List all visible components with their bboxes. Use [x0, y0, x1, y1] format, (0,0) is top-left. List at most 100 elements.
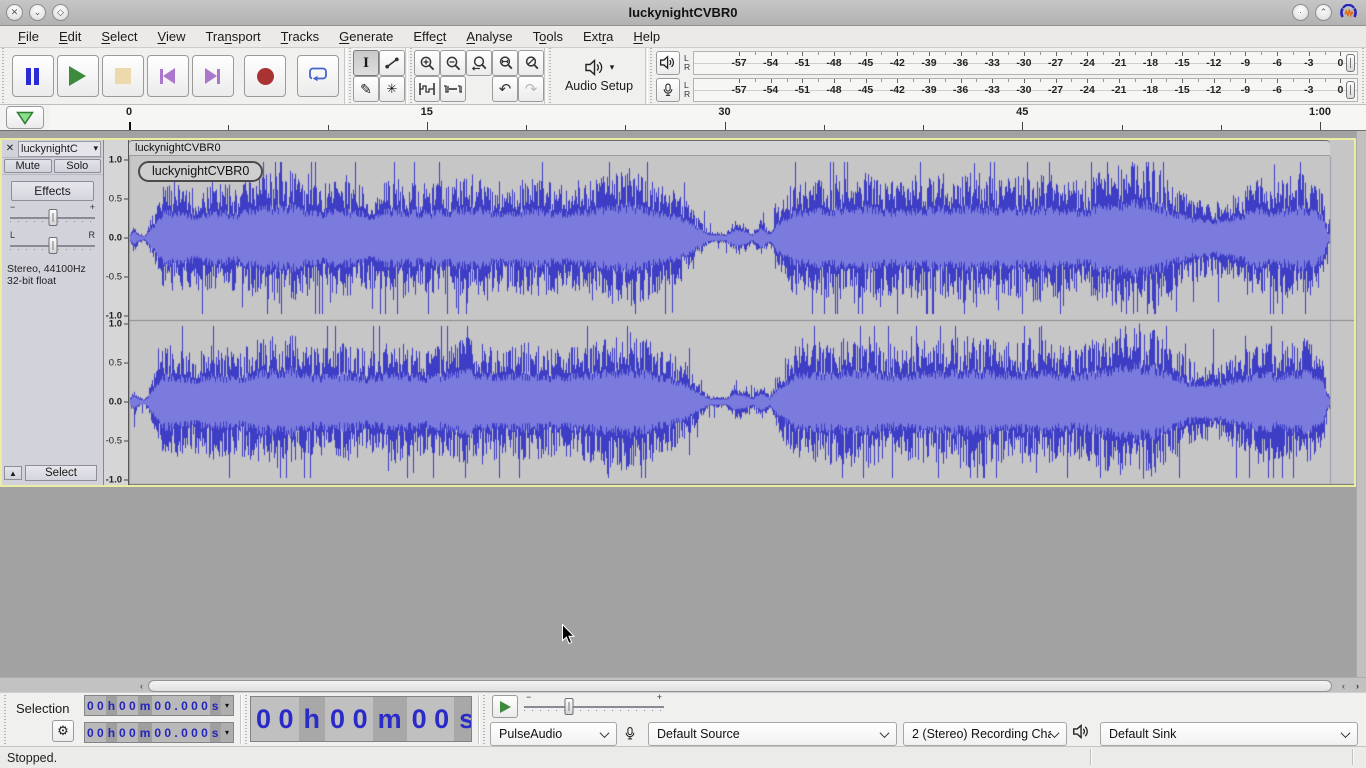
time-toolbar-gripper[interactable] — [243, 695, 249, 744]
play-at-speed-gripper[interactable] — [481, 695, 487, 744]
meter-scale-label: -15 — [1175, 84, 1190, 96]
menu-generate[interactable]: Generate — [329, 27, 403, 46]
selection-options-button[interactable]: ⚙ — [52, 720, 74, 742]
redo-button[interactable]: ↷ — [518, 76, 544, 102]
menu-select[interactable]: Select — [91, 27, 147, 46]
scroll-right-icon[interactable]: › — [1351, 679, 1364, 692]
time-field-dropdown-icon[interactable]: ▾ — [221, 723, 233, 742]
timeline-options-button[interactable] — [6, 106, 44, 129]
vertical-scrollbar[interactable] — [1356, 131, 1366, 677]
scroll-left2-icon[interactable]: ‹ — [1337, 679, 1350, 692]
undo-button[interactable]: ↶ — [492, 76, 518, 102]
skip-to-start-button[interactable] — [147, 55, 189, 97]
envelope-tool-button[interactable] — [379, 50, 405, 76]
audio-setup-button[interactable]: ▾ Audio Setup — [553, 48, 645, 104]
menu-tracks[interactable]: Tracks — [271, 27, 330, 46]
selection-end-field[interactable]: 0 0h0 0m0 0 . 0 0 0s▾ — [84, 722, 234, 743]
audio-host-select[interactable]: PulseAudio — [490, 722, 617, 746]
silence-audio-button[interactable] — [440, 76, 466, 102]
skip-to-end-button[interactable] — [192, 55, 234, 97]
vertical-scale-ruler[interactable]: 1.00.50.0-0.5-1.01.00.50.0-0.5-1.0 — [104, 140, 129, 485]
window-shade-button[interactable]: · — [1292, 4, 1309, 21]
menu-transport[interactable]: Transport — [195, 27, 270, 46]
fit-selection-button[interactable] — [466, 50, 492, 76]
window-maximize-button[interactable]: ◇ — [52, 4, 69, 21]
track-name-dropdown[interactable]: luckynightC ▾ — [18, 141, 101, 157]
zoom-toggle-button[interactable] — [518, 50, 544, 76]
waveform-canvas[interactable] — [129, 156, 1354, 485]
recording-meter[interactable]: LR -57-54-51-48-45-42-39-36-33-30-27-24-… — [654, 76, 1360, 103]
audio-position-display[interactable]: 0 0h0 0m0 0s▾ — [250, 696, 472, 742]
undo-icon: ↶ — [499, 82, 512, 97]
effects-button[interactable]: Effects — [11, 181, 94, 201]
horizontal-scrollbar[interactable]: ‹ ‹ › — [0, 677, 1366, 692]
horizontal-scrollbar-thumb[interactable] — [148, 680, 1332, 692]
play-speed-slider[interactable]: −+ — [524, 693, 664, 719]
play-speed-slider-thumb[interactable] — [564, 698, 573, 715]
ruler-label-1:00: 1:00 — [1309, 106, 1331, 118]
meter-right-gripper[interactable] — [1360, 48, 1366, 104]
pan-slider[interactable]: LR — [10, 231, 95, 257]
multi-tool-button[interactable]: ✳ — [379, 76, 405, 102]
meter-scale-label: 0 — [1338, 57, 1344, 69]
zoom-out-button[interactable] — [440, 50, 466, 76]
vruler-label: -0.5 — [106, 436, 122, 447]
recording-channels-select[interactable]: 2 (Stereo) Recording Cha — [903, 722, 1067, 746]
record-button[interactable] — [244, 55, 286, 97]
timeline-ruler[interactable]: 01530451:00 — [50, 105, 1366, 130]
mute-button[interactable]: Mute — [4, 159, 52, 173]
menu-tools[interactable]: Tools — [523, 27, 573, 46]
menu-view[interactable]: View — [148, 27, 196, 46]
window-close-button[interactable]: ✕ — [6, 4, 23, 21]
selection-tool-button[interactable]: I — [353, 50, 379, 76]
menu-help[interactable]: Help — [623, 27, 670, 46]
time-field-dropdown-icon[interactable]: ▾ — [221, 696, 233, 715]
vruler-label: 0.5 — [109, 194, 122, 205]
meter-scale-label: -18 — [1143, 84, 1158, 96]
play-at-speed-button[interactable] — [492, 695, 518, 718]
meter-scale-label: -54 — [763, 84, 778, 96]
recording-volume-slider[interactable] — [1346, 81, 1355, 99]
menu-edit[interactable]: Edit — [49, 27, 91, 46]
vruler-label: -0.5 — [106, 272, 122, 283]
window-restore-button[interactable]: ⌃ — [1315, 4, 1332, 21]
draw-tool-icon: ✎ — [360, 81, 372, 98]
draw-tool-button[interactable]: ✎ — [353, 76, 379, 102]
window-minimize-button[interactable]: ⌄ — [29, 4, 46, 21]
zoom-in-icon — [419, 55, 436, 72]
meter-scale-label: -9 — [1241, 84, 1250, 96]
pan-slider-thumb[interactable] — [48, 237, 57, 254]
scroll-left-icon[interactable]: ‹ — [135, 679, 148, 692]
zoom-in-button[interactable] — [414, 50, 440, 76]
track-close-button[interactable]: ✕ — [2, 141, 18, 157]
recording-device-icon — [623, 724, 637, 743]
track-select-button[interactable]: Select — [25, 465, 97, 481]
recording-meter-button[interactable] — [656, 78, 680, 102]
playback-meter[interactable]: LR -57-54-51-48-45-42-39-36-33-30-27-24-… — [654, 49, 1360, 76]
selection-toolbar-gripper[interactable] — [2, 695, 8, 744]
clip-header[interactable]: luckynightCVBR0 — [129, 140, 1330, 156]
solo-button[interactable]: Solo — [54, 159, 102, 173]
stop-button[interactable] — [102, 55, 144, 97]
menu-analyse[interactable]: Analyse — [456, 27, 522, 46]
loop-button[interactable] — [297, 55, 339, 97]
waveform-view[interactable]: luckynightCVBR0 luckynightCVBR0 — [129, 140, 1354, 485]
time-segment: 0 0 . 0 0 0 — [152, 723, 209, 742]
play-button[interactable] — [57, 55, 99, 97]
playback-device-select[interactable]: Default Sink — [1100, 722, 1358, 746]
menu-effect[interactable]: Effect — [403, 27, 456, 46]
selection-start-field[interactable]: 0 0h0 0m0 0 . 0 0 0s▾ — [84, 695, 234, 716]
vruler-label: -1.0 — [106, 475, 122, 486]
gain-slider[interactable]: −+ — [10, 203, 95, 229]
fit-project-button[interactable] — [492, 50, 518, 76]
menu-file[interactable]: File — [8, 27, 49, 46]
playback-volume-slider[interactable] — [1346, 54, 1355, 72]
menu-extra[interactable]: Extra — [573, 27, 623, 46]
collapse-track-button[interactable]: ▲ — [4, 466, 22, 480]
gain-slider-thumb[interactable] — [48, 209, 57, 226]
playback-meter-button[interactable] — [656, 51, 680, 75]
pause-button[interactable] — [12, 55, 54, 97]
recording-device-select[interactable]: Default Source — [648, 722, 897, 746]
trim-audio-button[interactable] — [414, 76, 440, 102]
meter-scale-label: -30 — [1016, 57, 1031, 69]
